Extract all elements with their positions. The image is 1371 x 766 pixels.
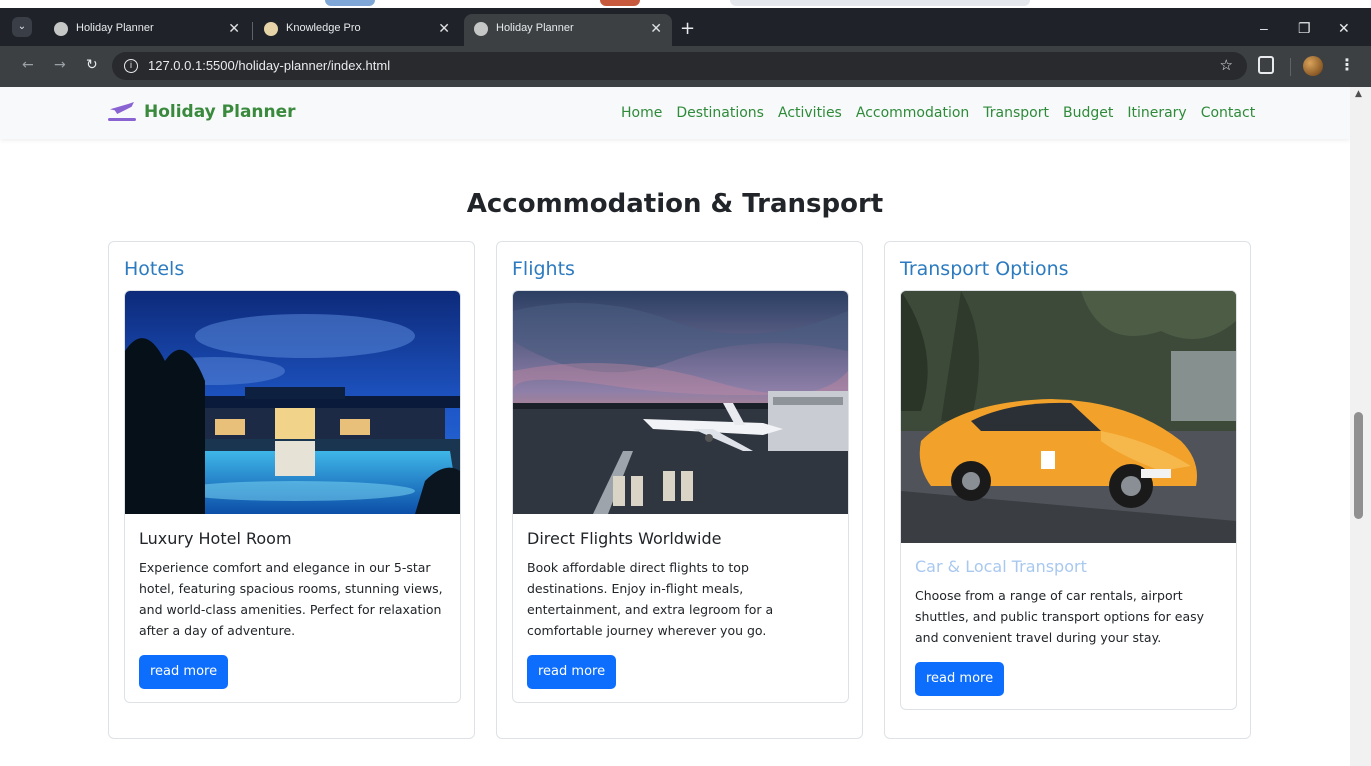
card-heading: Hotels — [124, 258, 185, 280]
section-title: Accommodation & Transport — [466, 189, 884, 219]
extensions-icon[interactable] — [1258, 56, 1274, 74]
nav-link-destinations[interactable]: Destinations — [676, 105, 764, 121]
restore-icon[interactable]: ❐ — [1298, 20, 1311, 37]
bookmark-star-icon[interactable]: ☆ — [1220, 56, 1233, 74]
close-icon[interactable]: ✕ — [438, 20, 450, 37]
nav-link-contact[interactable]: Contact — [1201, 105, 1255, 121]
globe-icon — [474, 22, 488, 36]
forward-icon[interactable]: → — [54, 57, 66, 73]
nav-link-home[interactable]: Home — [621, 105, 662, 121]
tab-search-icon[interactable]: ⌄ — [12, 17, 32, 37]
site-navbar: Holiday Planner Home Destinations Activi… — [0, 87, 1350, 139]
screen-top-strip — [0, 0, 1371, 8]
item-title: Car & Local Transport — [915, 557, 1087, 576]
transport-card: Transport Options Car & Local Transport … — [884, 241, 1251, 739]
sports-car-image — [901, 291, 1236, 543]
nav-link-budget[interactable]: Budget — [1063, 105, 1113, 121]
item-description: Book affordable direct flights to top de… — [527, 560, 774, 638]
nav-link-itinerary[interactable]: Itinerary — [1127, 105, 1186, 121]
transport-item-card: Car & Local Transport Choose from a rang… — [900, 290, 1237, 710]
background-window-sliver — [600, 0, 640, 6]
new-tab-icon[interactable]: + — [680, 20, 695, 38]
item-description: Experience comfort and elegance in our 5… — [139, 560, 443, 638]
close-icon[interactable]: ✕ — [650, 20, 662, 37]
nav-links: Home Destinations Activities Accommodati… — [621, 105, 1269, 121]
window-close-icon[interactable]: ✕ — [1338, 20, 1350, 37]
hotels-card: Hotels Luxury Hotel Room Experience comf… — [108, 241, 475, 739]
scroll-up-arrow-icon[interactable]: ▲ — [1355, 89, 1362, 99]
menu-icon[interactable]: ⋮ — [1339, 55, 1355, 74]
toolbar-divider — [1290, 58, 1291, 76]
card-heading: Flights — [512, 258, 575, 280]
globe-icon — [54, 22, 68, 36]
nav-link-transport[interactable]: Transport — [983, 105, 1049, 121]
read-more-button[interactable]: read more — [915, 662, 1005, 696]
brand[interactable]: Holiday Planner — [108, 100, 296, 124]
item-title: Luxury Hotel Room — [139, 529, 292, 548]
read-more-button[interactable]: read more — [139, 655, 229, 689]
scrollbar-thumb[interactable] — [1354, 412, 1363, 519]
knowledge-pro-favicon-icon — [264, 22, 278, 36]
browser-toolbar: ← → ↻ i 127.0.0.1:5500/holiday-planner/i… — [0, 46, 1371, 87]
tab-title: Holiday Planner — [76, 22, 154, 34]
item-title: Direct Flights Worldwide — [527, 529, 722, 548]
hotel-item-card: Luxury Hotel Room Experience comfort and… — [124, 290, 461, 703]
brand-name[interactable]: Holiday Planner — [144, 102, 296, 122]
background-window-sliver — [325, 0, 375, 6]
card-heading: Transport Options — [900, 258, 1069, 280]
browser-tab[interactable]: Holiday Planner ✕ — [44, 14, 250, 46]
page-viewport: Holiday Planner Home Destinations Activi… — [0, 87, 1350, 766]
browser-tab[interactable]: Knowledge Pro ✕ — [254, 14, 460, 46]
browser-tab-active[interactable]: Holiday Planner ✕ — [464, 14, 672, 46]
close-icon[interactable]: ✕ — [228, 20, 240, 37]
site-info-icon[interactable]: i — [124, 59, 138, 73]
reload-icon[interactable]: ↻ — [86, 57, 98, 73]
nav-link-accommodation[interactable]: Accommodation — [856, 105, 969, 121]
back-icon[interactable]: ← — [22, 57, 34, 73]
flight-item-card: Direct Flights Worldwide Book affordable… — [512, 290, 849, 703]
browser-tab-bar: ⌄ Holiday Planner ✕ Knowledge Pro ✕ Holi… — [0, 8, 1371, 46]
profile-avatar[interactable] — [1303, 56, 1323, 76]
address-bar[interactable]: i 127.0.0.1:5500/holiday-planner/index.h… — [112, 52, 1247, 80]
nav-link-activities[interactable]: Activities — [778, 105, 842, 121]
tab-title: Knowledge Pro — [286, 22, 361, 34]
background-window-sliver — [730, 0, 1030, 6]
minimize-icon[interactable]: – — [1260, 20, 1268, 36]
url-text[interactable]: 127.0.0.1:5500/holiday-planner/index.htm… — [148, 58, 390, 73]
flights-card: Flights Direct Flights Worldwide Book af… — [496, 241, 863, 739]
airplane-runway-image — [513, 291, 848, 514]
item-description: Choose from a range of car rentals, airp… — [915, 588, 1205, 645]
airplane-logo-icon — [108, 100, 136, 124]
tab-separator — [252, 22, 253, 40]
hotel-pool-image — [125, 291, 460, 514]
tab-title: Holiday Planner — [496, 22, 574, 34]
read-more-button[interactable]: read more — [527, 655, 617, 689]
page-scrollbar[interactable]: ▲ — [1350, 87, 1371, 766]
